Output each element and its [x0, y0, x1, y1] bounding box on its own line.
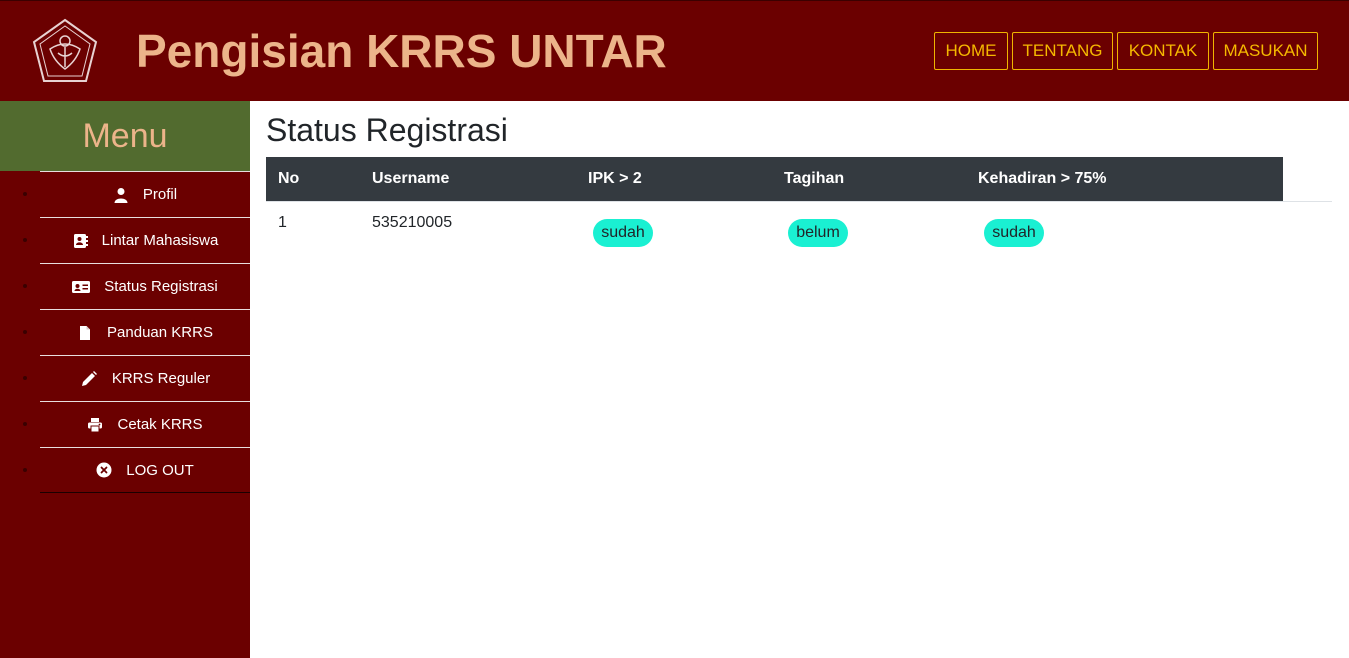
menu-heading: Menu [0, 101, 250, 171]
sidebar-item-label: Status Registrasi [104, 278, 218, 295]
sidebar-item-cetak-krrs[interactable]: Cetak KRRS [23, 401, 250, 447]
main-content: Status Registrasi No Username IPK > 2 Ta… [250, 101, 1349, 658]
nav-kontak-button[interactable]: KONTAK [1117, 32, 1209, 70]
file-icon [77, 325, 93, 341]
status-badge-ipk: sudah [593, 219, 653, 247]
list-bullet [23, 422, 27, 426]
column-header-no: No [278, 170, 300, 187]
sidebar: Menu Profil Lintar Mahasiswa Status Regi… [0, 101, 250, 658]
sidebar-item-label: KRRS Reguler [111, 370, 211, 387]
sidebar-item-label: Cetak KRRS [117, 416, 203, 433]
address-book-icon [72, 233, 88, 249]
column-header-ipk: IPK > 2 [588, 170, 642, 187]
sidebar-item-label: LOG OUT [126, 461, 194, 479]
user-icon [113, 187, 129, 203]
sidebar-item-label: Profil [142, 186, 178, 203]
sidebar-item-profil[interactable]: Profil [23, 171, 250, 217]
site-title: Pengisian KRRS UNTAR [136, 25, 667, 77]
sidebar-item-log-out[interactable]: LOG OUT [23, 447, 250, 493]
site-header: Pengisian KRRS UNTAR HOME TENTANG KONTAK… [0, 0, 1349, 101]
untar-logo [30, 17, 100, 87]
list-bullet [23, 192, 27, 196]
column-header-tagihan: Tagihan [784, 170, 845, 187]
sidebar-item-label: Panduan KRRS [107, 324, 213, 341]
sidebar-item-status-registrasi[interactable]: Status Registrasi [23, 263, 250, 309]
printer-icon [87, 417, 103, 433]
list-bullet [23, 238, 27, 242]
page-title: Status Registrasi [266, 112, 508, 148]
close-circle-icon [96, 462, 112, 478]
column-header-username: Username [372, 170, 450, 187]
table-header: No Username IPK > 2 Tagihan Kehadiran > … [266, 157, 1283, 201]
nav-masukan-button[interactable]: MASUKAN [1213, 32, 1318, 70]
sidebar-menu: Profil Lintar Mahasiswa Status Registras… [0, 171, 250, 493]
id-card-icon [72, 279, 91, 295]
list-bullet [23, 468, 27, 472]
nav-home-button[interactable]: HOME [934, 32, 1008, 70]
sidebar-item-label: Lintar Mahasiswa [101, 232, 219, 249]
list-bullet [23, 284, 27, 288]
status-badge-tagihan: belum [788, 219, 848, 247]
sidebar-item-panduan-krrs[interactable]: Panduan KRRS [23, 309, 250, 355]
sidebar-item-lintar-mahasiswa[interactable]: Lintar Mahasiswa [23, 217, 250, 263]
status-badge-kehadiran: sudah [984, 219, 1044, 247]
list-bullet [23, 376, 27, 380]
list-bullet [23, 330, 27, 334]
table-divider [266, 201, 1332, 202]
nav-tentang-button[interactable]: TENTANG [1012, 32, 1113, 70]
column-header-kehadiran: Kehadiran > 75% [978, 170, 1107, 187]
pencil-icon [80, 370, 98, 387]
cell-no: 1 [278, 214, 287, 231]
sidebar-item-krrs-reguler[interactable]: KRRS Reguler [23, 355, 250, 401]
top-navigation: HOME TENTANG KONTAK MASUKAN [934, 32, 1318, 70]
cell-username: 535210005 [372, 214, 453, 231]
